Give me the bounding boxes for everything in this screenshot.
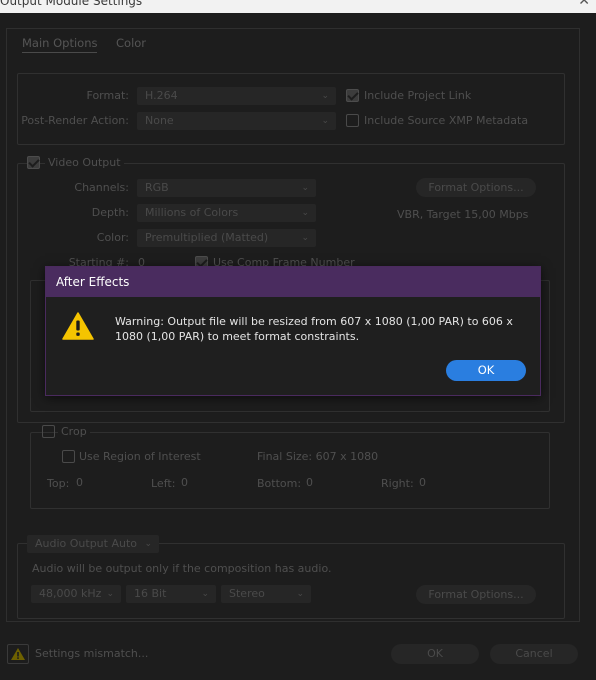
ok-button[interactable]: OK bbox=[391, 644, 479, 664]
depth-label: Depth: bbox=[91, 206, 129, 219]
include-project-link-checkbox[interactable] bbox=[346, 89, 359, 102]
crop-bottom-value[interactable]: 0 bbox=[306, 476, 313, 489]
bitrate-text: VBR, Target 15,00 Mbps bbox=[397, 208, 529, 221]
format-section bbox=[17, 73, 565, 145]
final-size-text: Final Size: 607 x 1080 bbox=[257, 450, 379, 463]
format-dropdown[interactable]: H.264 ⌄ bbox=[137, 87, 336, 105]
channels-dropdown[interactable]: RGB ⌄ bbox=[137, 179, 316, 197]
chevron-down-icon: ⌄ bbox=[321, 116, 329, 126]
color-label: Color: bbox=[96, 231, 129, 244]
chevron-down-icon: ⌄ bbox=[321, 91, 329, 101]
chevron-down-icon: ⌄ bbox=[301, 208, 309, 218]
settings-mismatch-text[interactable]: Settings mismatch... bbox=[35, 647, 148, 660]
close-icon[interactable]: ✕ bbox=[578, 0, 590, 9]
crop-top-value[interactable]: 0 bbox=[76, 476, 83, 489]
include-xmp-checkbox[interactable] bbox=[346, 114, 359, 127]
include-xmp-label: Include Source XMP Metadata bbox=[364, 114, 529, 127]
chevron-down-icon: ⌄ bbox=[106, 589, 114, 599]
chevron-down-icon: ⌄ bbox=[301, 183, 309, 193]
crop-section bbox=[30, 432, 550, 509]
audio-rate-dropdown[interactable]: 48,000 kHz ⌄ bbox=[31, 585, 121, 603]
warning-status-icon[interactable] bbox=[7, 644, 29, 664]
include-project-link-label: Include Project Link bbox=[364, 89, 472, 102]
format-label: Format: bbox=[86, 89, 129, 102]
cancel-button[interactable]: Cancel bbox=[490, 644, 578, 664]
crop-right-label: Right: bbox=[381, 477, 414, 490]
window-titlebar: Output Module Settings ✕ bbox=[0, 0, 596, 13]
format-value: H.264 bbox=[145, 89, 178, 102]
audio-section bbox=[17, 543, 565, 619]
channels-value: RGB bbox=[145, 181, 169, 194]
dialog-message: Warning: Output file will be resized fro… bbox=[115, 315, 513, 343]
post-render-value: None bbox=[145, 114, 174, 127]
warning-icon bbox=[11, 648, 25, 660]
color-value: Premultiplied (Matted) bbox=[145, 231, 269, 244]
warning-icon bbox=[62, 312, 94, 340]
crop-left-label: Left: bbox=[151, 477, 176, 490]
chevron-down-icon: ⌄ bbox=[296, 589, 304, 599]
use-roi-checkbox[interactable] bbox=[62, 450, 75, 463]
crop-left-value[interactable]: 0 bbox=[181, 476, 188, 489]
video-output-checkbox[interactable] bbox=[27, 156, 40, 169]
audio-bits-dropdown[interactable]: 16 Bit ⌄ bbox=[126, 585, 216, 603]
audio-output-value: Audio Output Auto bbox=[35, 537, 138, 550]
audio-output-dropdown[interactable]: Audio Output Auto ⌄ bbox=[27, 535, 159, 553]
audio-rate-value: 48,000 kHz bbox=[39, 587, 102, 600]
post-render-label: Post-Render Action: bbox=[21, 114, 129, 127]
crop-checkbox[interactable] bbox=[42, 425, 55, 438]
audio-channels-value: Stereo bbox=[229, 587, 265, 600]
chevron-down-icon: ⌄ bbox=[301, 233, 309, 243]
channels-label: Channels: bbox=[74, 181, 129, 194]
crop-bottom-label: Bottom: bbox=[257, 477, 302, 490]
video-output-title: Video Output bbox=[45, 156, 124, 169]
audio-bits-value: 16 Bit bbox=[134, 587, 167, 600]
crop-top-label: Top: bbox=[47, 477, 70, 490]
dialog-title: After Effects bbox=[46, 267, 540, 297]
audio-format-options-button[interactable]: Format Options... bbox=[416, 585, 536, 604]
window-title: Output Module Settings bbox=[0, 0, 143, 8]
video-format-options-button[interactable]: Format Options... bbox=[416, 178, 536, 197]
crop-right-value[interactable]: 0 bbox=[419, 476, 426, 489]
alert-dialog: After Effects Warning: Output file will … bbox=[45, 266, 541, 396]
dialog-ok-button[interactable]: OK bbox=[446, 360, 526, 381]
audio-note: Audio will be output only if the composi… bbox=[32, 562, 332, 575]
post-render-dropdown[interactable]: None ⌄ bbox=[137, 112, 336, 130]
use-roi-label: Use Region of Interest bbox=[79, 450, 201, 463]
color-dropdown[interactable]: Premultiplied (Matted) ⌄ bbox=[137, 229, 316, 247]
depth-dropdown[interactable]: Millions of Colors ⌄ bbox=[137, 204, 316, 222]
depth-value: Millions of Colors bbox=[145, 206, 239, 219]
crop-title: Crop bbox=[58, 425, 90, 438]
chevron-down-icon: ⌄ bbox=[201, 589, 209, 599]
audio-channels-dropdown[interactable]: Stereo ⌄ bbox=[221, 585, 311, 603]
chevron-down-icon: ⌄ bbox=[144, 539, 152, 549]
